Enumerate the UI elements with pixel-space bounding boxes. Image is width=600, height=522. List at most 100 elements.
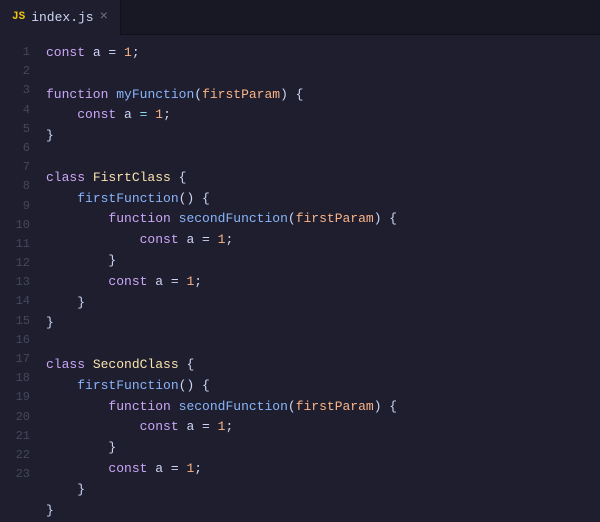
token-kw: const [140, 419, 179, 434]
line-number: 4 [0, 101, 30, 120]
token-plain: a = [85, 45, 124, 60]
line-number: 20 [0, 408, 30, 427]
line-number: 16 [0, 331, 30, 350]
code-line: } [46, 480, 600, 501]
token-plain: ; [132, 45, 140, 60]
code-line: firstFunction() { [46, 189, 600, 210]
token-kw: const [108, 274, 147, 289]
token-kw: const [108, 461, 147, 476]
token-cl: FisrtClass [93, 170, 171, 185]
token-plain: a = [179, 419, 218, 434]
token-plain [46, 399, 108, 414]
line-numbers: 1234567891011121314151617181920212223 [0, 35, 42, 522]
file-tab[interactable]: JS index.js × [0, 0, 121, 35]
token-kw: const [140, 232, 179, 247]
token-plain: ) { [374, 399, 397, 414]
token-plain: ) { [374, 211, 397, 226]
code-line: function secondFunction(firstParam) { [46, 209, 600, 230]
editor: 1234567891011121314151617181920212223 co… [0, 35, 600, 522]
token-kw: class [46, 170, 85, 185]
code-line: } [46, 126, 600, 147]
token-plain: } [46, 503, 54, 518]
token-plain [46, 191, 77, 206]
token-kw: function [108, 399, 170, 414]
token-plain [171, 399, 179, 414]
line-number: 19 [0, 388, 30, 407]
code-line: } [46, 501, 600, 522]
token-fn: secondFunction [179, 399, 288, 414]
code-line: const a = 1; [46, 459, 600, 480]
token-fn: firstFunction [77, 191, 178, 206]
code-line: class FisrtClass { [46, 168, 600, 189]
token-fn: firstFunction [77, 378, 178, 393]
token-plain: { [171, 170, 187, 185]
line-number: 7 [0, 158, 30, 177]
code-line [46, 64, 600, 85]
token-plain: } [46, 128, 54, 143]
token-plain: } [46, 295, 85, 310]
code-line: const a = 1; [46, 105, 600, 126]
code-line: const a = 1; [46, 417, 600, 438]
code-line: } [46, 313, 600, 334]
line-number: 21 [0, 427, 30, 446]
line-number: 12 [0, 254, 30, 273]
code-line: } [46, 438, 600, 459]
token-fn: myFunction [116, 87, 194, 102]
code-line: function myFunction(firstParam) { [46, 85, 600, 106]
token-plain: ; [194, 274, 202, 289]
token-param: firstParam [202, 87, 280, 102]
token-plain [85, 357, 93, 372]
line-number: 2 [0, 62, 30, 81]
line-number: 5 [0, 120, 30, 139]
token-plain [46, 419, 140, 434]
token-plain [46, 274, 108, 289]
token-param: firstParam [296, 399, 374, 414]
token-cl: SecondClass [93, 357, 179, 372]
token-plain: a = [147, 461, 186, 476]
token-plain: a = [179, 232, 218, 247]
token-plain [46, 461, 108, 476]
line-number: 6 [0, 139, 30, 158]
code-area[interactable]: const a = 1; function myFunction(firstPa… [42, 35, 600, 522]
token-fn: secondFunction [179, 211, 288, 226]
token-plain: ; [225, 232, 233, 247]
token-plain: ) { [280, 87, 303, 102]
token-num: 1 [155, 107, 163, 122]
token-plain [46, 211, 108, 226]
line-number: 8 [0, 177, 30, 196]
token-plain: a [116, 107, 139, 122]
close-icon[interactable]: × [100, 10, 108, 24]
token-plain: ( [288, 399, 296, 414]
token-kw: function [46, 87, 108, 102]
token-plain: } [46, 440, 116, 455]
line-number: 1 [0, 43, 30, 62]
tab-bar: JS index.js × [0, 0, 600, 35]
token-plain: a = [147, 274, 186, 289]
token-plain [85, 170, 93, 185]
token-kw: const [46, 45, 85, 60]
line-number: 22 [0, 446, 30, 465]
code-line: } [46, 293, 600, 314]
code-line: const a = 1; [46, 230, 600, 251]
tab-filename: index.js [31, 10, 93, 25]
token-plain: ( [194, 87, 202, 102]
token-plain: } [46, 482, 85, 497]
code-line: firstFunction() { [46, 376, 600, 397]
token-plain: } [46, 253, 116, 268]
token-plain [46, 107, 77, 122]
line-number: 15 [0, 312, 30, 331]
line-number: 13 [0, 273, 30, 292]
line-number: 10 [0, 216, 30, 235]
token-plain: } [46, 315, 54, 330]
line-number: 11 [0, 235, 30, 254]
token-num: 1 [124, 45, 132, 60]
code-line: const a = 1; [46, 43, 600, 64]
token-plain: ( [288, 211, 296, 226]
token-plain: () { [179, 191, 210, 206]
token-param: firstParam [296, 211, 374, 226]
line-number: 9 [0, 197, 30, 216]
line-number: 23 [0, 465, 30, 484]
code-line: class SecondClass { [46, 355, 600, 376]
token-kw: const [77, 107, 116, 122]
token-kw: class [46, 357, 85, 372]
